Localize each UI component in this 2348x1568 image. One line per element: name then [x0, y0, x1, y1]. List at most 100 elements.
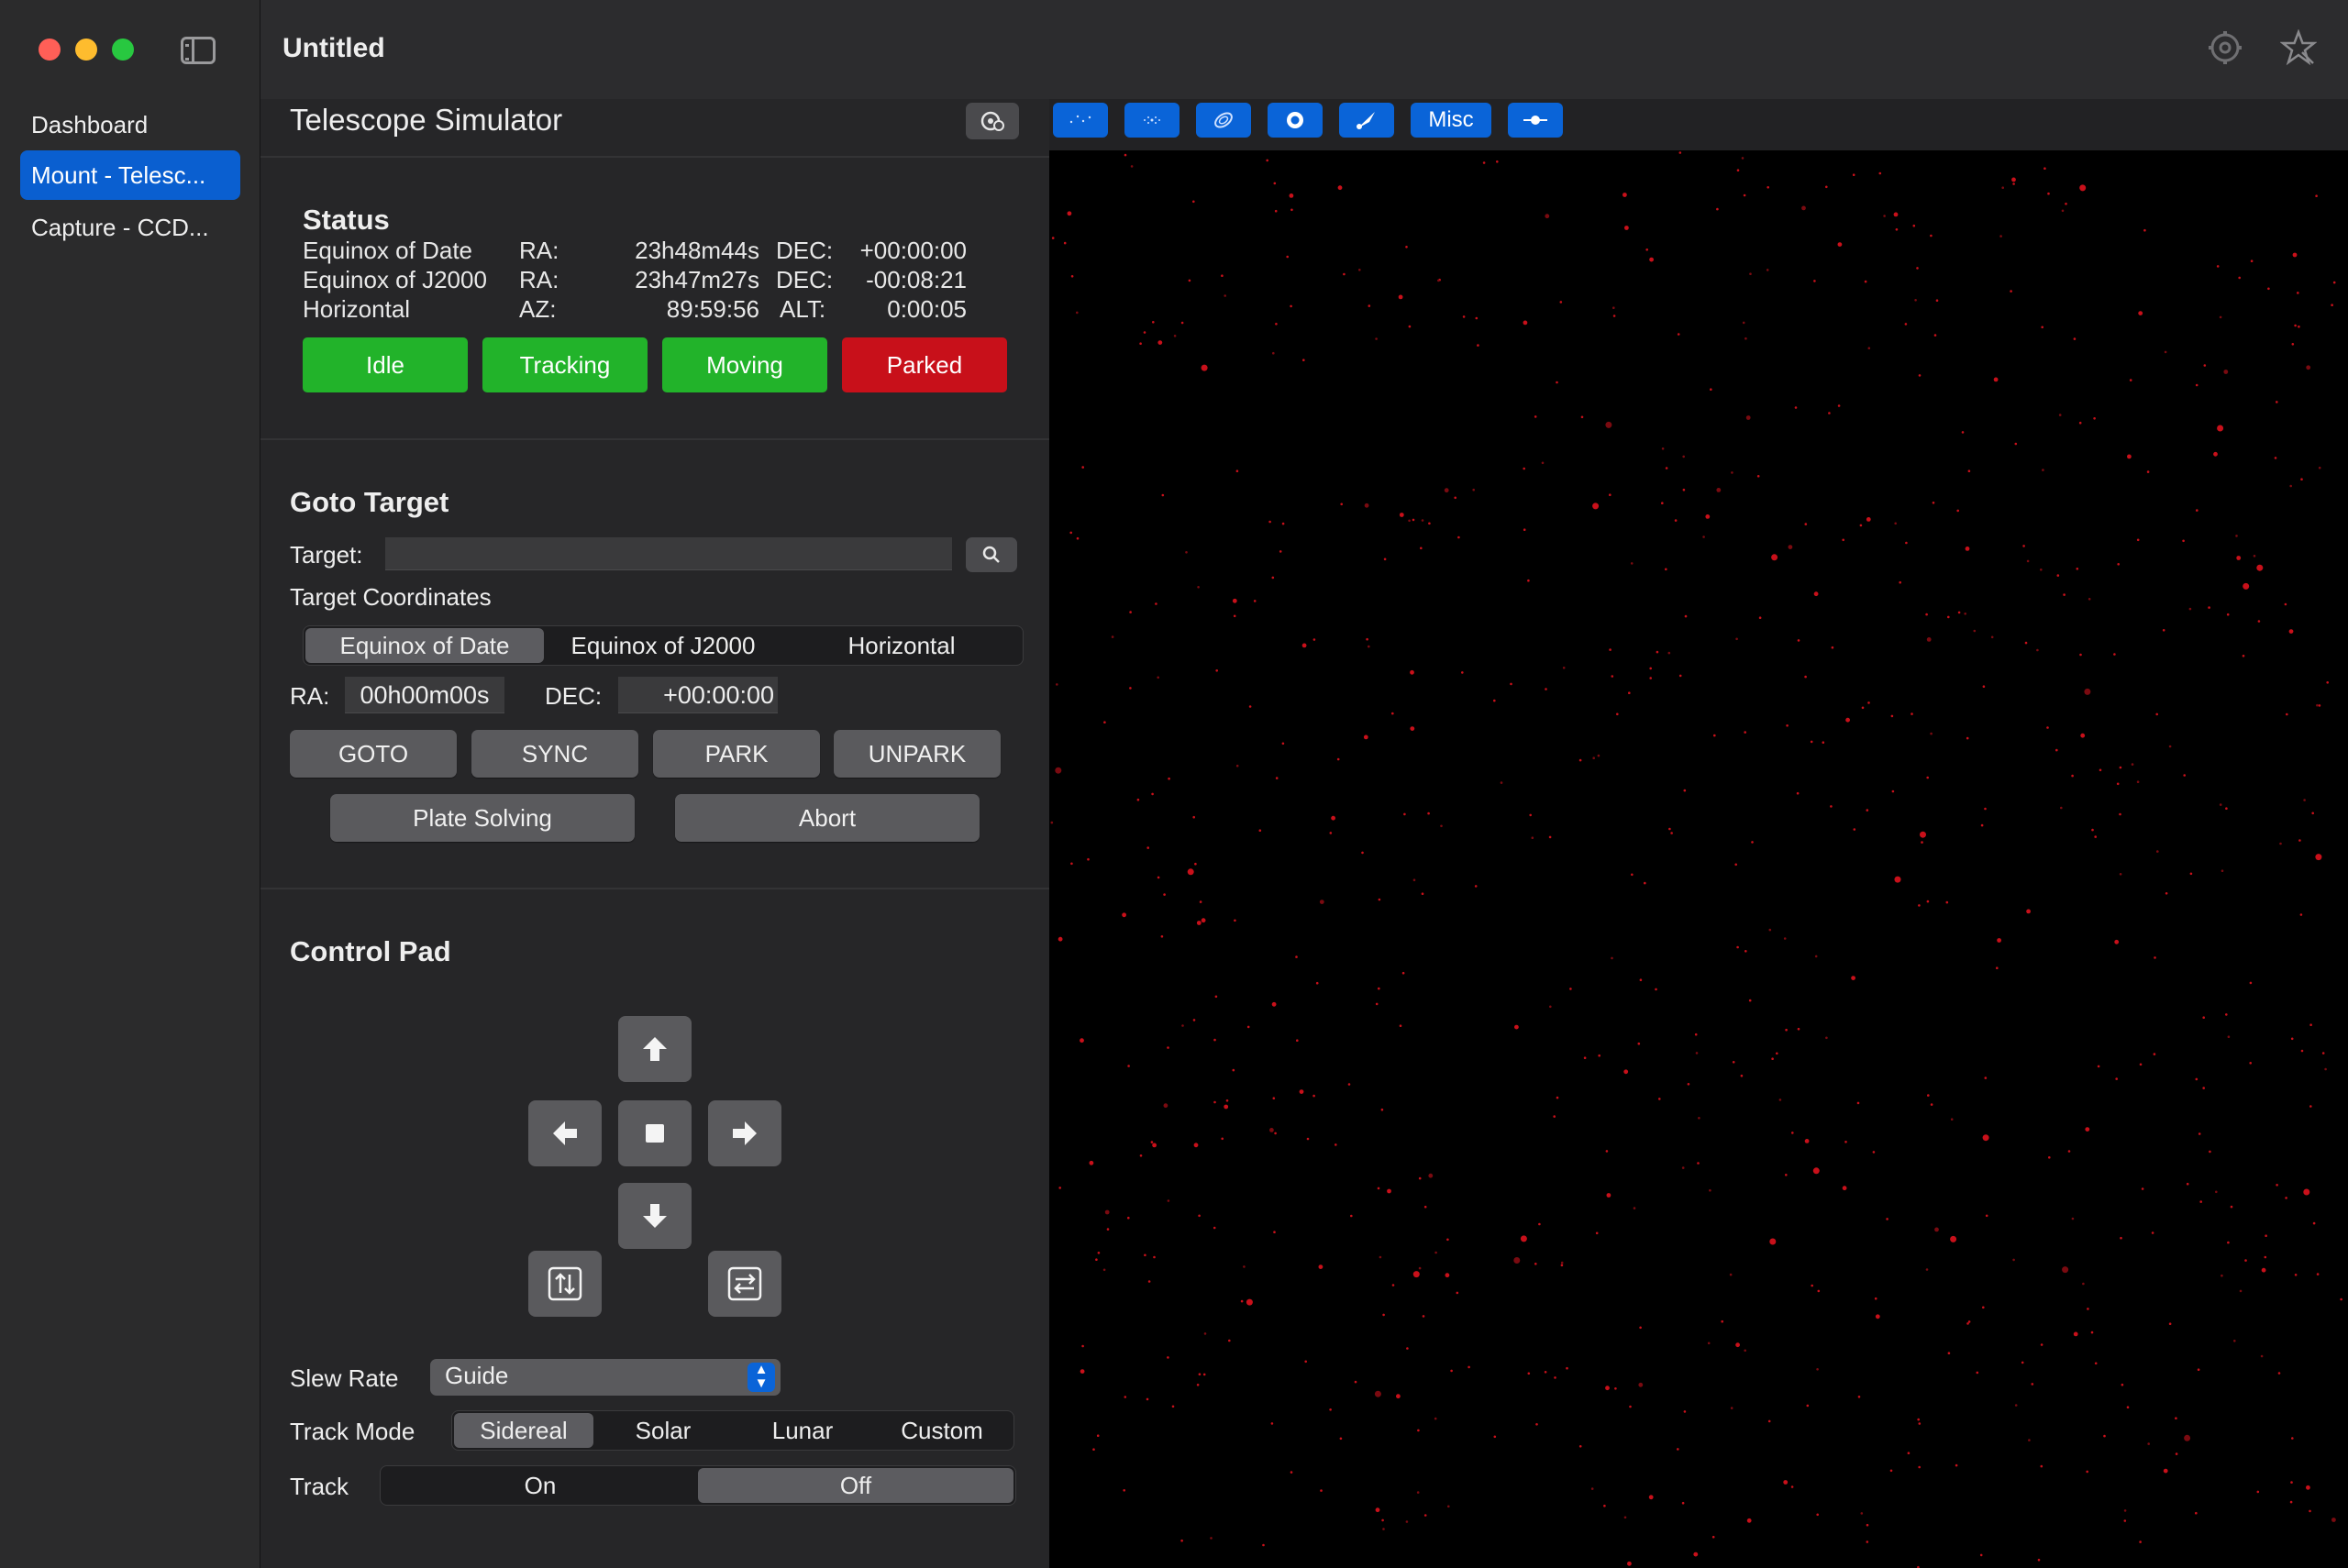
star-dot	[1234, 919, 1236, 922]
stop-button[interactable]	[618, 1100, 692, 1166]
target-search-button[interactable]	[966, 537, 1017, 572]
star-dot	[2195, 383, 2198, 387]
star-dot	[1611, 956, 1613, 960]
status-value-b: +00:00:00	[859, 237, 967, 264]
star-clusters-toggle-button[interactable]	[1124, 103, 1180, 138]
comets-toggle-button[interactable]	[1339, 103, 1394, 138]
star-dot	[1213, 1226, 1216, 1230]
move-west-button[interactable]	[528, 1100, 602, 1166]
sky-map-view[interactable]	[1049, 150, 2348, 1568]
star-dot	[1410, 669, 1414, 675]
star-dot	[1665, 568, 1667, 571]
track-mode-lunar[interactable]: Lunar	[733, 1413, 872, 1448]
star-dot	[2182, 539, 2185, 543]
star-dot	[2151, 1231, 2154, 1234]
star-dot	[1405, 1520, 1409, 1523]
nebulae-toggle-button[interactable]	[1268, 103, 1323, 138]
star-dot	[1146, 1397, 1149, 1401]
sidebar-toggle-icon[interactable]	[181, 37, 216, 64]
star-dot	[2244, 1259, 2247, 1262]
sidebar-item-dashboard[interactable]: Dashboard	[20, 100, 240, 149]
reverse-ns-button[interactable]	[528, 1251, 602, 1317]
star-dot	[1667, 651, 1671, 655]
sidebar-item-mount[interactable]: Mount - Telesc...	[20, 150, 240, 200]
star-dot	[2249, 1062, 2252, 1065]
star-dot	[2026, 559, 2030, 563]
star-dot	[2065, 203, 2067, 205]
star-dot	[1224, 294, 1226, 297]
star-dot	[2324, 1067, 2327, 1071]
star-dot	[1243, 1265, 1246, 1268]
slew-rate-select[interactable]: Guide ▲ ▼	[430, 1359, 781, 1396]
star-dot	[2060, 806, 2063, 810]
star-dot	[1446, 1238, 1449, 1242]
star-dot	[1562, 667, 1566, 669]
telescope-marker-toggle-button[interactable]	[1508, 103, 1563, 138]
park-button[interactable]: PARK	[653, 730, 820, 778]
reverse-we-button[interactable]	[708, 1251, 781, 1317]
star-dot	[1729, 1273, 1733, 1276]
star-dot	[1554, 1376, 1556, 1379]
tab-equinox-of-date[interactable]: Equinox of Date	[305, 628, 544, 663]
device-settings-button[interactable]	[966, 103, 1019, 139]
star-dot	[1157, 876, 1160, 879]
star-dot	[1274, 1132, 1277, 1135]
star-dot	[1427, 812, 1430, 815]
galaxies-toggle-button[interactable]	[1196, 103, 1251, 138]
star-dot	[2208, 606, 2210, 609]
star-dot	[2276, 1184, 2278, 1187]
star-dot	[1629, 1405, 1632, 1408]
star-dot	[1806, 1404, 1810, 1408]
target-input[interactable]	[385, 537, 952, 570]
star-dot	[1232, 598, 1237, 603]
sync-button[interactable]: SYNC	[471, 730, 638, 778]
ra-input[interactable]: 00h00m00s	[345, 677, 504, 713]
star-dot	[1735, 637, 1738, 641]
track-on[interactable]: On	[382, 1468, 698, 1503]
star-dot	[1794, 406, 1798, 409]
minimize-window-button[interactable]	[75, 39, 97, 61]
star-dot	[1590, 1487, 1594, 1490]
zoom-window-button[interactable]	[112, 39, 134, 61]
star-dot	[1993, 377, 1999, 382]
star-pin-icon[interactable]	[2278, 28, 2319, 70]
dec-input[interactable]: +00:00:00	[618, 677, 778, 713]
track-mode-custom[interactable]: Custom	[872, 1413, 1012, 1448]
star-dot	[1136, 798, 1140, 801]
star-dot	[1144, 1253, 1146, 1257]
star-dot	[1213, 1038, 1216, 1042]
star-dot	[2316, 703, 2319, 707]
track-mode-solar[interactable]: Solar	[593, 1413, 733, 1448]
star-dot	[2196, 509, 2198, 512]
move-south-button[interactable]	[618, 1183, 692, 1249]
star-dot	[1461, 671, 1464, 674]
tab-horizontal[interactable]: Horizontal	[782, 628, 1021, 663]
misc-toggle-button[interactable]: Misc	[1411, 103, 1491, 138]
track-off[interactable]: Off	[698, 1468, 1013, 1503]
search-icon	[982, 546, 1000, 563]
star-dot	[2300, 478, 2303, 480]
plate-solving-button[interactable]: Plate Solving	[330, 794, 635, 842]
sidebar-item-capture[interactable]: Capture - CCD...	[20, 203, 240, 252]
star-dot	[1744, 731, 1746, 734]
abort-button[interactable]: Abort	[675, 794, 980, 842]
star-dot	[1544, 1371, 1547, 1374]
close-window-button[interactable]	[39, 39, 61, 61]
tab-equinox-of-j2000[interactable]: Equinox of J2000	[544, 628, 782, 663]
star-dot	[1160, 935, 1164, 938]
star-dot	[1173, 335, 1177, 337]
star-dot	[1633, 1207, 1636, 1209]
gear-icon[interactable]	[2205, 29, 2245, 70]
star-dot	[2291, 343, 2295, 346]
stars-toggle-button[interactable]	[1053, 103, 1108, 138]
move-north-button[interactable]	[618, 1016, 692, 1082]
star-dot	[1150, 1141, 1154, 1143]
unpark-button[interactable]: UNPARK	[834, 730, 1001, 778]
track-mode-sidereal[interactable]: Sidereal	[454, 1413, 593, 1448]
star-dot	[1202, 919, 1205, 922]
star-dot	[1423, 1514, 1427, 1517]
title-bar: Untitled	[260, 0, 2348, 101]
star-dot	[1058, 936, 1063, 942]
move-east-button[interactable]	[708, 1100, 781, 1166]
goto-button[interactable]: GOTO	[290, 730, 457, 778]
